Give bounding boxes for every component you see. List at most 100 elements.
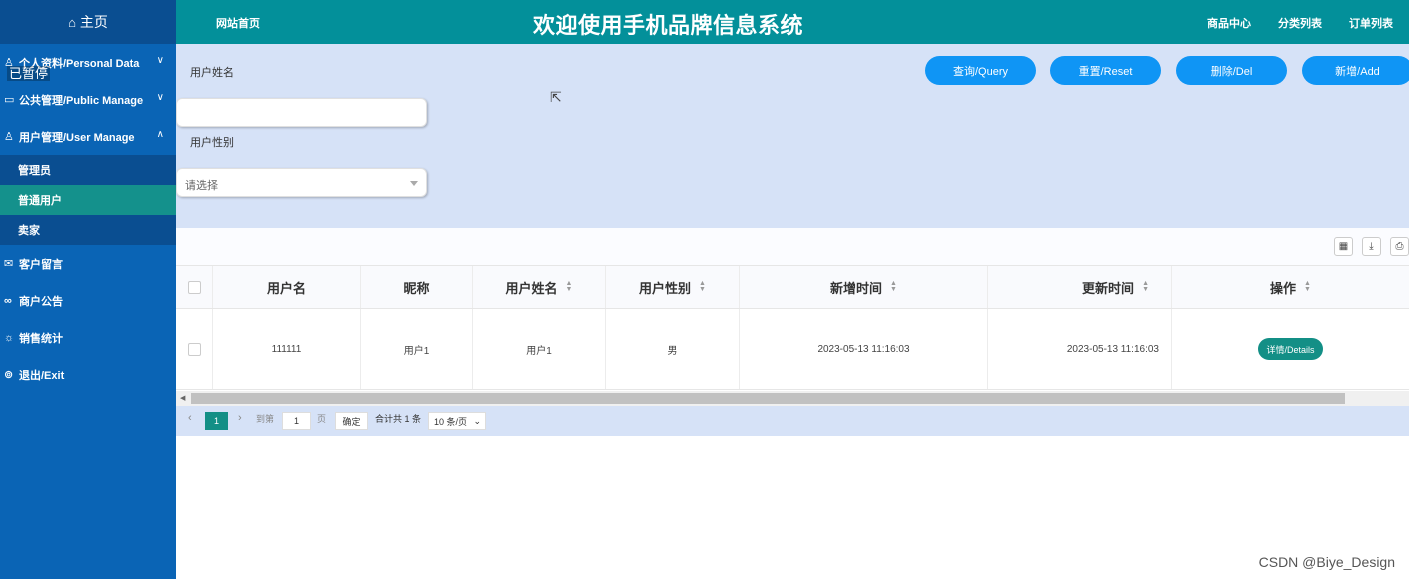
print-icon[interactable]: ⎙ [1390, 237, 1409, 256]
user-icon: ♙ [4, 131, 14, 143]
sidebar-home[interactable]: ⌂ 主页 [0, 0, 176, 44]
cell-username: 111111 [213, 309, 361, 389]
sort-icon[interactable]: ▲ ▼ [890, 280, 897, 293]
scroll-left-icon[interactable]: ◀ [180, 394, 185, 402]
sidebar-subitem-regular-user[interactable]: 普通用户 [0, 185, 176, 215]
nav-order-list[interactable]: 订单列表 [1349, 15, 1393, 31]
table-row: 111111 用户1 用户1 男 2023-05-13 11:16:03 202… [176, 309, 1409, 390]
reset-button[interactable]: 重置/Reset [1050, 56, 1161, 85]
sort-icon[interactable]: ▲ ▼ [1304, 280, 1311, 293]
sidebar-submenu: 管理员 普通用户 卖家 [0, 155, 176, 245]
confirm-button[interactable]: 确定 [335, 412, 368, 430]
page-title: 欢迎使用手机品牌信息系统 [533, 13, 804, 38]
header-label: 更新时间 [1082, 280, 1135, 296]
sidebar-item-public-manage[interactable]: ▭ 公共管理/Public Manage ∨ [0, 81, 176, 118]
sidebar-item-sales-stats[interactable]: ☼ 销售统计 [0, 319, 176, 356]
prev-page-icon[interactable]: ‹ [188, 412, 192, 424]
message-icon: ✉ [4, 258, 14, 270]
header-real-name[interactable]: 用户姓名 ▲ ▼ [473, 266, 606, 308]
page-size-value: 10 条/页 [434, 416, 468, 427]
sort-icon[interactable]: ▲ ▼ [699, 280, 706, 293]
sidebar-subitem-admin[interactable]: 管理员 [0, 155, 176, 185]
gender-label: 用户性别 [190, 137, 234, 149]
header-updated[interactable]: 更新时间 ▲ ▼ [988, 266, 1172, 308]
chevron-up-icon: ∧ [156, 129, 164, 140]
header-label: 操作 [1270, 280, 1297, 296]
sidebar-subitem-seller[interactable]: 卖家 [0, 215, 176, 245]
scrollbar-thumb[interactable] [191, 393, 1345, 404]
nav-product-center[interactable]: 商品中心 [1207, 15, 1251, 31]
cell-gender: 男 [606, 309, 740, 389]
name-input[interactable] [176, 98, 427, 127]
sidebar-item-exit[interactable]: ⊚ 退出/Exit [0, 356, 176, 393]
row-select-cell [176, 309, 213, 389]
goto-page-input[interactable]: 1 [282, 412, 311, 430]
gender-placeholder: 请选择 [185, 180, 218, 192]
link-icon: ∞ [4, 294, 12, 307]
sidebar-item-label: 销售统计 [19, 332, 63, 345]
top-bar: 网站首页 欢迎使用手机品牌信息系统 商品中心 分类列表 订单列表 [176, 0, 1409, 44]
export-icon[interactable]: ⤓ [1362, 237, 1381, 256]
home-icon: ⌂ [68, 14, 76, 30]
next-page-icon[interactable]: › [238, 412, 242, 424]
add-button[interactable]: 新增/Add [1302, 56, 1409, 85]
select-all-checkbox[interactable] [187, 280, 201, 294]
chevron-down-icon: ∨ [156, 55, 164, 66]
page-unit-label: 页 [317, 414, 327, 424]
header-nickname: 昵称 [361, 266, 473, 308]
sidebar-item-messages[interactable]: ✉ 客户留言 [0, 245, 176, 282]
sort-icon[interactable]: ▲ ▼ [1142, 280, 1149, 293]
sidebar-item-label: 公共管理/Public Manage [19, 94, 144, 107]
page-size-select[interactable]: 10 条/页 ⌄ [428, 412, 486, 430]
name-label: 用户姓名 [190, 67, 234, 79]
cell-actions: 详情/Details [1172, 309, 1409, 389]
watermark: CSDN @Biye_Design [1258, 554, 1395, 570]
sidebar-home-label: 主页 [79, 14, 108, 30]
header-gender[interactable]: 用户性别 ▲ ▼ [606, 266, 740, 308]
header-actions[interactable]: 操作 ▲ ▼ [1172, 266, 1409, 308]
horizontal-scrollbar[interactable]: ◀ [176, 391, 1409, 406]
header-label: 用户性别 [639, 280, 692, 296]
mouse-cursor-icon: ⇱ [550, 89, 562, 105]
details-button[interactable]: 详情/Details [1258, 338, 1323, 360]
sidebar-item-label: 商户公告 [19, 295, 63, 308]
table-header-row: 用户名 昵称 用户姓名 ▲ ▼ 用户性别 ▲ ▼ 新增时间 ▲ ▼ 更新时间 ▲ ▼ 操… [176, 265, 1409, 309]
cell-updated: 2023-05-13 11:16:03 [988, 309, 1172, 389]
header-label: 用户名 [266, 280, 306, 296]
goto-label: 到第 [256, 414, 275, 424]
nav-category-list[interactable]: 分类列表 [1278, 15, 1322, 31]
sidebar-item-label: 用户管理/User Manage [19, 131, 135, 144]
chevron-down-icon: ⌄ [473, 416, 481, 426]
gender-select[interactable]: 请选择 [176, 168, 427, 197]
cell-nickname: 用户1 [361, 309, 473, 389]
header-created[interactable]: 新增时间 ▲ ▼ [740, 266, 988, 308]
sidebar-item-announcements[interactable]: ∞ 商户公告 [0, 282, 176, 319]
header-label: 用户姓名 [505, 280, 558, 296]
page-1-button[interactable]: 1 [205, 412, 228, 430]
delete-button[interactable]: 删除/Del [1176, 56, 1287, 85]
monitor-icon: ▭ [4, 94, 15, 106]
exit-icon: ⊚ [4, 369, 14, 381]
total-count: 合计共 1 条 [375, 414, 422, 424]
cell-created: 2023-05-13 11:16:03 [740, 309, 988, 389]
header-label: 新增时间 [830, 280, 883, 296]
search-panel: 用户姓名 用户性别 请选择 ⇱ 查询/Query 重置/Reset 删除/Del… [176, 44, 1409, 228]
columns-icon[interactable]: ▦ [1334, 237, 1353, 256]
chart-icon: ☼ [4, 331, 15, 344]
sidebar: ⌂ 主页 ♙ 个人资料/Personal Data ∨ ▭ 公共管理/Publi… [0, 0, 176, 579]
query-button[interactable]: 查询/Query [925, 56, 1036, 85]
cell-real-name: 用户1 [473, 309, 606, 389]
sidebar-item-label: 退出/Exit [19, 369, 65, 382]
header-username: 用户名 [213, 266, 361, 308]
header-label: 昵称 [403, 280, 430, 296]
user-table: 用户名 昵称 用户姓名 ▲ ▼ 用户性别 ▲ ▼ 新增时间 ▲ ▼ 更新时间 ▲ ▼ 操… [176, 265, 1409, 390]
chevron-down-icon: ∨ [156, 92, 164, 103]
caret-down-icon [410, 181, 418, 186]
nav-home-link[interactable]: 网站首页 [216, 15, 260, 31]
sidebar-item-user-manage[interactable]: ♙ 用户管理/User Manage ∧ [0, 118, 176, 155]
table-toolbar: ▦ ⤓ ⎙ [176, 228, 1409, 265]
sidebar-item-label: 客户留言 [19, 258, 63, 271]
sort-icon[interactable]: ▲ ▼ [566, 280, 573, 293]
row-checkbox[interactable] [187, 342, 201, 356]
paused-overlay: 已暂停 [7, 66, 51, 81]
